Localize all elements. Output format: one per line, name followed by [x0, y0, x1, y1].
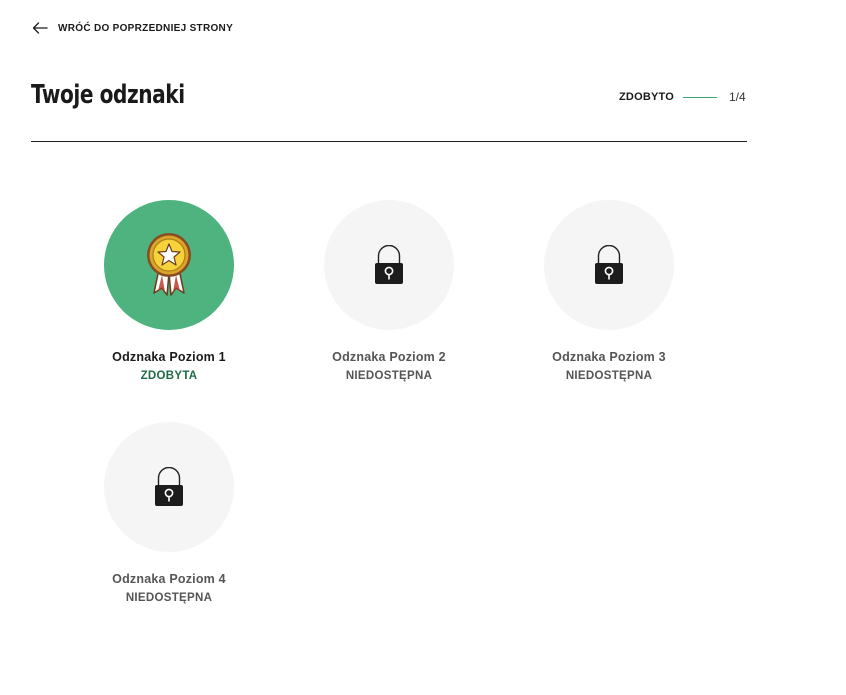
arrow-left-icon [32, 22, 48, 34]
badge-status: ZDOBYTA [140, 370, 198, 382]
lock-icon [595, 245, 623, 284]
back-link-label: WRÓĆ DO POPRZEDNIEJ STRONY [58, 22, 234, 34]
badge-card[interactable]: Odznaka Poziom 3 NIEDOSTĘPNA [519, 200, 699, 382]
badge-status: NIEDOSTĘPNA [345, 370, 433, 382]
progress-label: ZDOBYTO [619, 91, 674, 103]
badge-circle [544, 200, 674, 330]
lock-icon [375, 245, 403, 284]
badge-name: Odznaka Poziom 2 [332, 350, 446, 364]
progress-line [682, 96, 717, 98]
back-link[interactable]: WRÓĆ DO POPRZEDNIEJ STRONY [32, 22, 233, 34]
badge-name: Odznaka Poziom 4 [112, 572, 226, 586]
progress-indicator: ZDOBYTO 1/4 [619, 89, 746, 105]
header-divider [31, 141, 747, 142]
badge-status: NIEDOSTĘPNA [565, 370, 653, 382]
badge-circle [104, 422, 234, 552]
badge-card[interactable]: Odznaka Poziom 2 NIEDOSTĘPNA [299, 200, 479, 382]
lock-icon [155, 467, 183, 506]
badge-card[interactable]: Odznaka Poziom 4 NIEDOSTĘPNA [79, 422, 259, 604]
badge-card[interactable]: Odznaka Poziom 1 ZDOBYTA [79, 200, 259, 382]
medal-icon [147, 233, 191, 296]
badge-circle [324, 200, 454, 330]
badge-name: Odznaka Poziom 1 [112, 350, 226, 364]
badge-name: Odznaka Poziom 3 [552, 350, 666, 364]
progress-count: 1/4 [728, 90, 746, 104]
page-title: Twoje odznaki [31, 80, 185, 110]
badge-status: NIEDOSTĘPNA [125, 592, 213, 604]
badge-circle [104, 200, 234, 330]
